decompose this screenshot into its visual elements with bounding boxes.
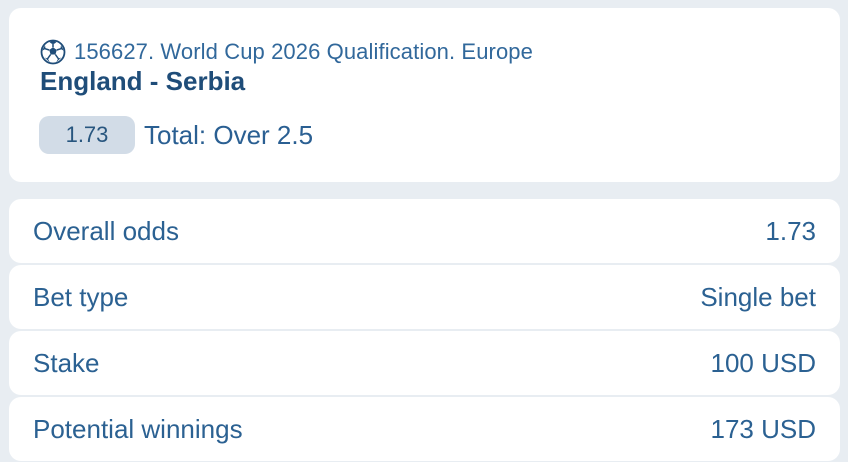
summary-row-bet-type: Bet type Single bet: [9, 265, 840, 329]
bet-event-card: 156627. World Cup 2026 Qualification. Eu…: [9, 8, 840, 182]
summary-label: Bet type: [33, 281, 129, 312]
summary-value: 1.73: [765, 215, 816, 246]
summary-row-potential-winnings: Potential winnings 173 USD: [9, 397, 840, 461]
summary-value: 100 USD: [710, 347, 817, 378]
soccer-ball-icon: [40, 39, 66, 65]
summary-row-stake: Stake 100 USD: [9, 331, 840, 395]
summary-row-overall-odds: Overall odds 1.73: [9, 199, 840, 263]
summary-value: 173 USD: [710, 413, 817, 444]
league-title: 156627. World Cup 2026 Qualification. Eu…: [74, 39, 533, 64]
bet-selection: 1.73 Total: Over 2.5: [39, 116, 313, 154]
summary-label: Potential winnings: [33, 413, 243, 444]
summary-label: Overall odds: [33, 215, 179, 246]
summary-label: Stake: [33, 347, 100, 378]
summary-value: Single bet: [700, 281, 816, 312]
match-title: England - Serbia: [40, 66, 246, 96]
selection-label: Total: Over 2.5: [144, 119, 314, 150]
event-header: 156627. World Cup 2026 Qualification. Eu…: [40, 36, 533, 68]
odds-badge: 1.73: [39, 116, 135, 154]
